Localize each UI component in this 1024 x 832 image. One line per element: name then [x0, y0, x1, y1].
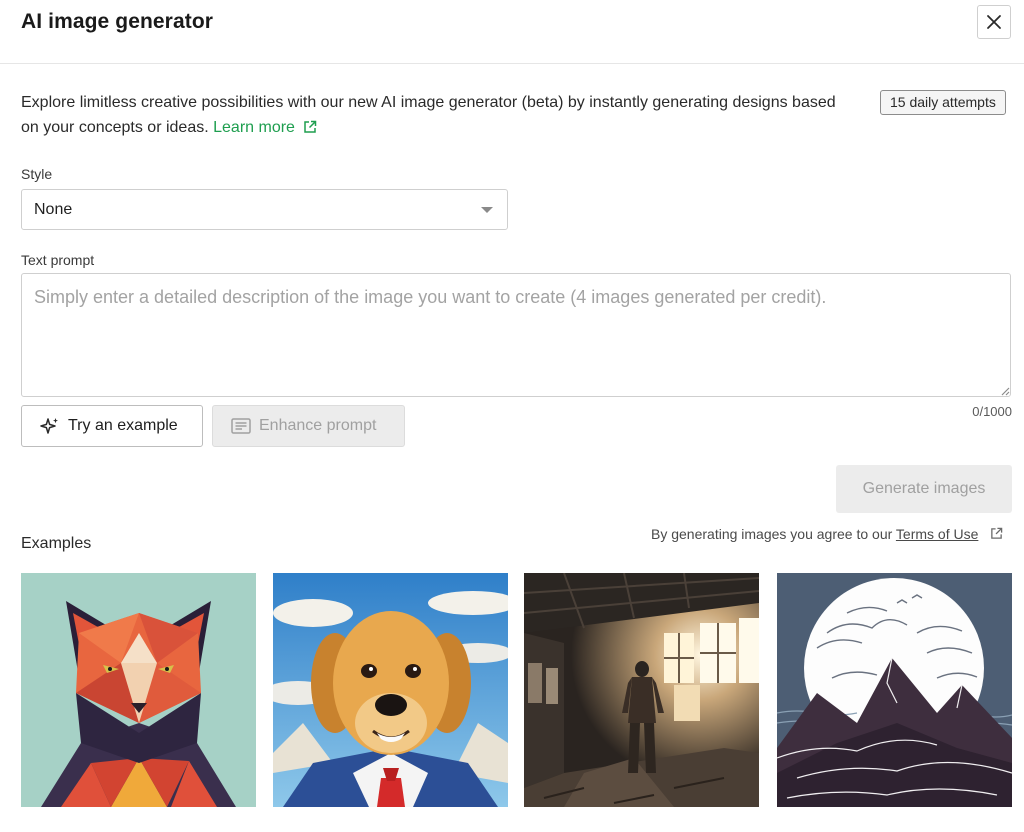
text-prompt-label: Text prompt — [21, 252, 95, 268]
dog-in-suit-example[interactable] — [273, 573, 508, 807]
external-link-icon — [304, 120, 317, 133]
terms-notice: By generating images you agree to our Te… — [651, 526, 1003, 542]
examples-heading: Examples — [21, 535, 92, 552]
try-example-button[interactable]: Try an example — [21, 405, 203, 447]
terms-of-use-link[interactable]: Terms of Use — [896, 526, 978, 542]
external-link-icon — [991, 527, 1003, 539]
enhance-prompt-button[interactable]: Enhance prompt — [212, 405, 405, 447]
text-lines-icon — [231, 418, 251, 434]
low-poly-fox-image — [21, 573, 256, 807]
low-poly-fox-example[interactable] — [21, 573, 256, 807]
dog-in-suit-image — [273, 573, 508, 807]
learn-more-link[interactable]: Learn more — [213, 119, 317, 136]
dialog-header: AI image generator — [0, 0, 1024, 64]
daily-attempts-badge: 15 daily attempts — [880, 90, 1006, 115]
close-button[interactable] — [977, 5, 1011, 39]
character-count: 0/1000 — [972, 404, 1012, 419]
abandoned-warehouse-example[interactable] — [524, 573, 759, 807]
style-selected-value: None — [34, 201, 73, 218]
intro-description: Explore limitless creative possibilities… — [21, 94, 836, 136]
mountains-moon-image — [777, 573, 1012, 807]
text-prompt-input[interactable] — [21, 273, 1011, 397]
style-select[interactable]: None — [21, 189, 508, 230]
style-label: Style — [21, 166, 53, 182]
chevron-down-icon — [481, 207, 493, 213]
enhance-prompt-label: Enhance prompt — [259, 417, 377, 434]
intro-text: Explore limitless creative possibilities… — [21, 90, 851, 140]
terms-text: By generating images you agree to our — [651, 526, 893, 542]
sparkle-icon — [40, 418, 58, 434]
generate-images-button[interactable]: Generate images — [836, 465, 1012, 513]
abandoned-warehouse-image — [524, 573, 759, 807]
generate-images-label: Generate images — [862, 480, 986, 497]
dialog-title: AI image generator — [21, 10, 214, 33]
close-icon — [987, 15, 1001, 29]
resize-handle-icon[interactable] — [998, 384, 1010, 396]
try-example-label: Try an example — [68, 417, 178, 434]
learn-more-label: Learn more — [213, 119, 295, 136]
mountains-moon-example[interactable] — [777, 573, 1012, 807]
